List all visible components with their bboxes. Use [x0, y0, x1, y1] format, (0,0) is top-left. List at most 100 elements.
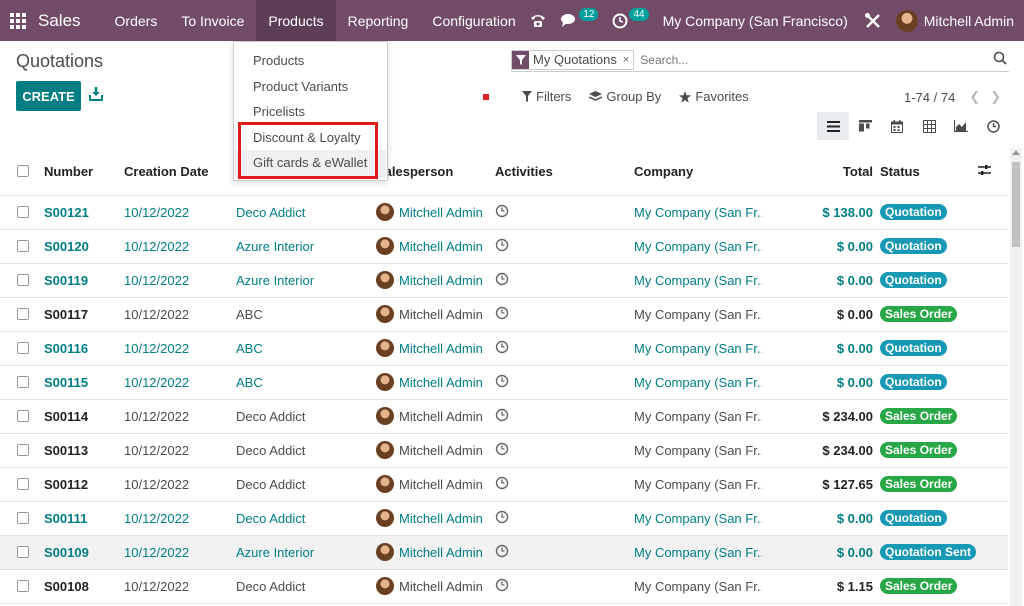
app-brand[interactable]: Sales — [38, 11, 81, 31]
table-row[interactable]: S00121 10/12/2022 Deco Addict Mitchell Admi… — [0, 195, 1008, 230]
menu-configuration[interactable]: Configuration — [420, 0, 527, 41]
filter-icon — [522, 91, 532, 102]
user-menu[interactable]: Mitchell Admin — [924, 13, 1014, 29]
activity-clock-icon[interactable] — [495, 442, 509, 459]
row-checkbox[interactable] — [17, 274, 29, 286]
activities-icon[interactable]: 44 — [612, 8, 649, 29]
col-salesperson[interactable]: Salesperson — [376, 148, 495, 196]
calendar-view-icon[interactable] — [881, 112, 913, 140]
pager-value[interactable]: 1-74 / 74 — [904, 90, 955, 105]
col-creation-date[interactable]: Creation Date — [124, 148, 236, 196]
scroll-up-icon[interactable] — [1012, 150, 1020, 155]
row-checkbox[interactable] — [17, 444, 29, 456]
activity-clock-icon[interactable] — [495, 238, 509, 255]
pager-previous-icon[interactable]: ❮ — [969, 89, 980, 105]
order-number: S00111 — [44, 501, 124, 536]
kanban-view-icon[interactable] — [849, 112, 881, 140]
table-row[interactable]: S00120 10/12/2022 Azure Interior Mitchell A… — [0, 229, 1008, 264]
company-switcher[interactable]: My Company (San Francisco) — [663, 13, 848, 29]
search-input[interactable] — [640, 52, 971, 67]
table-row[interactable]: S00115 10/12/2022 ABC Mitchell Admin My Comp… — [0, 365, 1008, 400]
activity-clock-icon[interactable] — [495, 408, 509, 425]
favorites-button[interactable]: Favorites — [679, 89, 749, 104]
download-icon[interactable] — [89, 86, 103, 102]
company-name: My Company (San Fr... — [634, 467, 762, 502]
activity-view-icon[interactable] — [977, 112, 1009, 140]
menu-products[interactable]: Products — [256, 0, 336, 41]
col-number[interactable]: Number — [44, 148, 124, 196]
salesperson-avatar — [376, 543, 394, 561]
table-row[interactable]: S00114 10/12/2022 Deco Addict Mitchell Admi… — [0, 399, 1008, 434]
graph-view-icon[interactable] — [945, 112, 977, 140]
table-row[interactable]: S00116 10/12/2022 ABC Mitchell Admin My Comp… — [0, 331, 1008, 366]
salesperson-name: Mitchell Admin — [399, 306, 483, 322]
user-avatar[interactable] — [895, 9, 918, 32]
activity-clock-icon[interactable] — [495, 306, 509, 323]
row-checkbox[interactable] — [17, 580, 29, 592]
table-row[interactable]: S00111 10/12/2022 Deco Addict Mitchell Admi… — [0, 501, 1008, 536]
activity-clock-icon[interactable] — [495, 340, 509, 357]
tools-icon[interactable] — [864, 12, 882, 30]
col-activities[interactable]: Activities — [495, 148, 634, 196]
group-by-label: Group By — [606, 89, 662, 104]
facet-remove-icon[interactable]: × — [621, 54, 633, 66]
creation-date: 10/12/2022 — [124, 365, 236, 400]
menu-item-pricelists[interactable]: Pricelists — [253, 104, 305, 119]
activity-clock-icon[interactable] — [495, 374, 509, 391]
table-row[interactable]: S00109 10/12/2022 Azure Interior Mitchell A… — [0, 535, 1008, 570]
pivot-view-icon[interactable] — [913, 112, 945, 140]
menu-item-product-variants[interactable]: Product Variants — [253, 79, 348, 94]
col-company[interactable]: Company — [634, 148, 762, 196]
menu-to-invoice[interactable]: To Invoice — [169, 0, 256, 41]
order-total: $ 0.00 — [762, 331, 880, 366]
activity-clock-icon[interactable] — [495, 476, 509, 493]
col-total[interactable]: Total — [762, 148, 880, 196]
filters-button[interactable]: Filters — [522, 89, 571, 104]
optional-columns-toggle-icon[interactable] — [978, 148, 1008, 196]
table-row[interactable]: S00119 10/12/2022 Azure Interior Mitchell A… — [0, 263, 1008, 298]
scrollbar[interactable] — [1010, 148, 1022, 606]
row-checkbox[interactable] — [17, 410, 29, 422]
salesperson-name: Mitchell Admin — [399, 238, 483, 254]
row-checkbox[interactable] — [17, 546, 29, 558]
apps-menu-icon[interactable] — [0, 0, 36, 41]
create-button[interactable]: CREATE — [16, 81, 81, 111]
menu-orders[interactable]: Orders — [103, 0, 170, 41]
activity-clock-icon[interactable] — [495, 272, 509, 289]
menu-item-products[interactable]: Products — [253, 53, 304, 68]
phone-icon[interactable] — [529, 13, 547, 29]
group-by-button[interactable]: Group By — [589, 89, 661, 104]
row-checkbox[interactable] — [17, 376, 29, 388]
activity-clock-icon[interactable] — [495, 578, 509, 595]
table-row[interactable]: S00108 10/12/2022 Deco Addict Mitchell Admi… — [0, 569, 1008, 604]
row-checkbox[interactable] — [17, 342, 29, 354]
salesperson-name: Mitchell Admin — [399, 476, 483, 492]
menu-reporting[interactable]: Reporting — [336, 0, 421, 41]
row-checkbox[interactable] — [17, 478, 29, 490]
row-checkbox[interactable] — [17, 240, 29, 252]
activity-clock-icon[interactable] — [495, 544, 509, 561]
filter-facet[interactable]: My Quotations × — [511, 49, 635, 70]
table-row[interactable]: S00113 10/12/2022 Deco Addict Mitchell Admi… — [0, 433, 1008, 468]
scrollbar-thumb[interactable] — [1012, 162, 1020, 247]
salesperson-name: Mitchell Admin — [399, 442, 483, 458]
messages-icon[interactable]: 12 — [561, 8, 599, 28]
status-badge: Quotation — [880, 272, 947, 288]
select-all-checkbox[interactable] — [17, 165, 29, 178]
search-icon[interactable] — [993, 51, 1007, 65]
row-checkbox[interactable] — [17, 206, 29, 218]
salesperson-avatar — [376, 407, 394, 425]
row-checkbox[interactable] — [17, 308, 29, 320]
customer-name: Azure Interior — [236, 535, 376, 570]
star-icon — [679, 90, 692, 103]
pager-next-icon[interactable]: ❯ — [990, 89, 1001, 105]
col-status[interactable]: Status — [880, 148, 978, 196]
table-row[interactable]: S00117 10/12/2022 ABC Mitchell Admin My Comp… — [0, 297, 1008, 332]
order-total: $ 0.00 — [762, 263, 880, 298]
activity-clock-icon[interactable] — [495, 510, 509, 527]
list-view-icon[interactable] — [817, 112, 849, 140]
activity-clock-icon[interactable] — [495, 204, 509, 221]
row-checkbox[interactable] — [17, 512, 29, 524]
activities-badge: 44 — [629, 8, 649, 21]
table-row[interactable]: S00112 10/12/2022 Deco Addict Mitchell Admi… — [0, 467, 1008, 502]
